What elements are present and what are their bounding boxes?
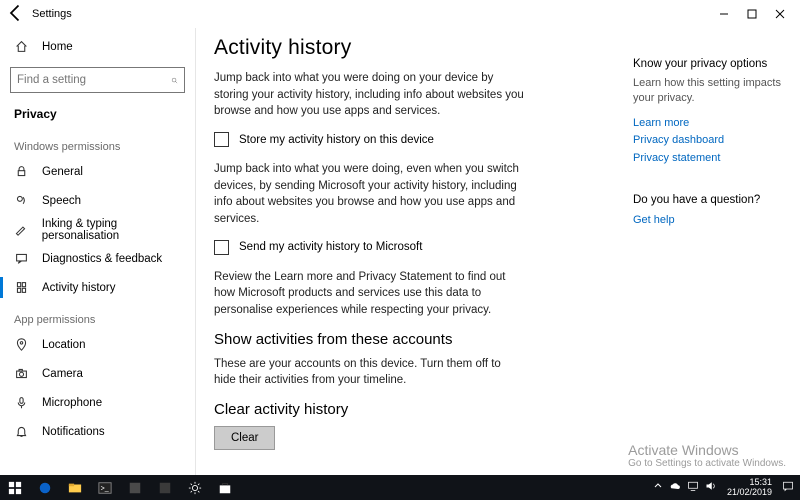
link-learn-more[interactable]: Learn more	[633, 115, 788, 133]
bell-icon	[14, 425, 28, 438]
sidebar-item-camera[interactable]: Camera	[0, 359, 195, 388]
tray-volume-icon[interactable]	[705, 480, 717, 495]
subheading-clear: Clear activity history	[214, 401, 615, 418]
microphone-icon	[14, 396, 28, 409]
taskbar-explorer[interactable]	[60, 475, 90, 500]
link-privacy-statement[interactable]: Privacy statement	[633, 150, 788, 168]
link-privacy-dashboard[interactable]: Privacy dashboard	[633, 132, 788, 150]
location-icon	[14, 338, 28, 351]
activation-watermark: Activate Windows Go to Settings to activ…	[628, 442, 786, 469]
search-input-wrap[interactable]	[10, 67, 185, 93]
close-button[interactable]	[766, 0, 794, 28]
section-header-app-permissions: App permissions	[0, 302, 195, 330]
info-desc-privacy: Learn how this setting impacts your priv…	[633, 76, 788, 107]
sidebar: Home Privacy Windows permissions General…	[0, 28, 195, 475]
taskbar-settings[interactable]	[180, 475, 210, 500]
subheading-accounts: Show activities from these accounts	[214, 331, 615, 348]
sidebar-item-speech[interactable]: Speech	[0, 186, 195, 215]
sidebar-item-label: Diagnostics & feedback	[42, 253, 162, 265]
content-pane: Activity history Jump back into what you…	[195, 28, 625, 475]
window-title: Settings	[32, 8, 72, 20]
sidebar-item-general[interactable]: General	[0, 157, 195, 186]
sidebar-item-activity-history[interactable]: Activity history	[0, 273, 195, 302]
desc-3: Review the Learn more and Privacy Statem…	[214, 269, 524, 319]
desc-1: Jump back into what you were doing on yo…	[214, 70, 524, 120]
sidebar-item-label: Location	[42, 339, 85, 351]
sidebar-item-microphone[interactable]: Microphone	[0, 388, 195, 417]
sidebar-item-label: Activity history	[42, 282, 116, 294]
sidebar-item-label: Speech	[42, 195, 81, 207]
activity-icon	[14, 281, 28, 294]
pen-icon	[14, 223, 28, 236]
info-heading-question: Do you have a question?	[633, 194, 788, 206]
start-button[interactable]	[0, 475, 30, 500]
watermark-line1: Activate Windows	[628, 442, 786, 458]
taskbar-edge[interactable]	[30, 475, 60, 500]
home-label: Home	[42, 41, 73, 53]
tray-network-icon[interactable]	[687, 480, 699, 495]
back-button[interactable]	[6, 3, 26, 26]
tray-onedrive-icon[interactable]	[669, 480, 681, 495]
tray-notifications-icon[interactable]	[782, 480, 794, 495]
sidebar-item-diagnostics[interactable]: Diagnostics & feedback	[0, 244, 195, 273]
sidebar-item-label: Camera	[42, 368, 83, 380]
desc-4: These are your accounts on this device. …	[214, 356, 524, 389]
taskbar-app1[interactable]	[120, 475, 150, 500]
speech-icon	[14, 194, 28, 207]
home-nav[interactable]: Home	[0, 32, 195, 61]
lock-icon	[14, 165, 28, 178]
sidebar-item-location[interactable]: Location	[0, 330, 195, 359]
info-panel: Know your privacy options Learn how this…	[625, 28, 800, 475]
sidebar-item-inking[interactable]: Inking & typing personalisation	[0, 215, 195, 244]
page-title: Activity history	[214, 36, 615, 60]
sidebar-item-label: Notifications	[42, 426, 105, 438]
titlebar: Settings	[0, 0, 800, 28]
checkbox-send-history-label: Send my activity history to Microsoft	[239, 241, 422, 253]
checkbox-store-history[interactable]	[214, 132, 229, 147]
system-tray[interactable]: 15:31 21/02/2019	[653, 478, 800, 497]
watermark-line2: Go to Settings to activate Windows.	[628, 458, 786, 469]
search-input[interactable]	[17, 74, 171, 86]
home-icon	[14, 40, 28, 53]
taskbar: >_ 15:31 21/02/2019	[0, 475, 800, 500]
taskbar-app2[interactable]	[150, 475, 180, 500]
camera-icon	[14, 367, 28, 380]
search-icon	[171, 71, 178, 89]
sidebar-item-label: General	[42, 166, 83, 178]
minimize-button[interactable]	[710, 0, 738, 28]
feedback-icon	[14, 252, 28, 265]
sidebar-item-label: Microphone	[42, 397, 102, 409]
checkbox-store-history-label: Store my activity history on this device	[239, 134, 434, 146]
checkbox-send-history[interactable]	[214, 240, 229, 255]
breadcrumb: Privacy	[0, 101, 195, 129]
desc-2: Jump back into what you were doing, even…	[214, 161, 524, 228]
taskbar-clock[interactable]: 15:31 21/02/2019	[723, 478, 776, 497]
taskbar-terminal[interactable]: >_	[90, 475, 120, 500]
svg-text:>_: >_	[101, 485, 109, 492]
info-heading-privacy: Know your privacy options	[633, 58, 788, 70]
maximize-button[interactable]	[738, 0, 766, 28]
section-header-windows-permissions: Windows permissions	[0, 129, 195, 157]
link-get-help[interactable]: Get help	[633, 212, 788, 230]
tray-chevron-icon[interactable]	[653, 481, 663, 494]
sidebar-item-label: Inking & typing personalisation	[42, 218, 195, 242]
clock-date: 21/02/2019	[727, 488, 772, 497]
taskbar-store[interactable]	[210, 475, 240, 500]
clear-button[interactable]: Clear	[214, 426, 275, 450]
sidebar-item-notifications[interactable]: Notifications	[0, 417, 195, 446]
